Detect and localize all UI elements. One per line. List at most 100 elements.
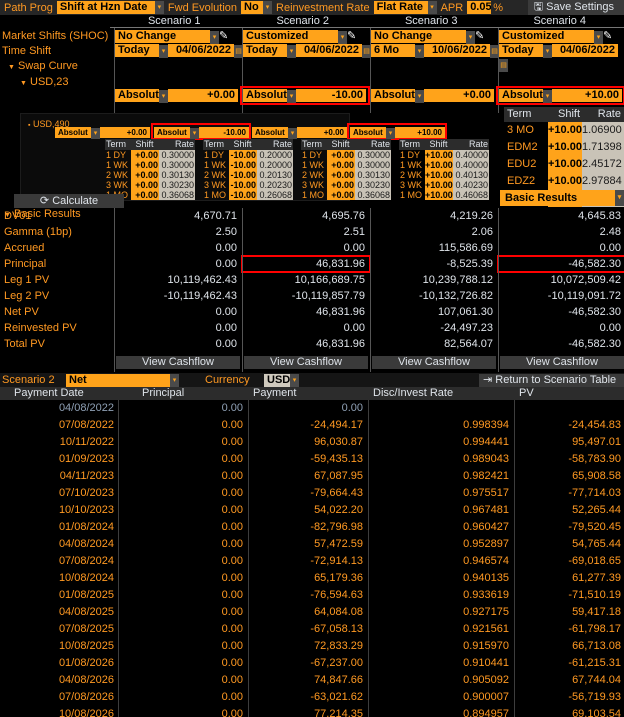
inner-shift-type-1[interactable]: Absolut (55, 127, 91, 138)
shift-cell[interactable]: +0.00 (131, 160, 159, 170)
cashflow-row[interactable]: 07/08/2025 0.00 -67,058.13 0.921561 -61,798.… (0, 621, 624, 638)
cashflow-row[interactable]: 07/08/2026 0.00 -63,021.62 0.900007 -56,719.… (0, 689, 624, 706)
shift-cell[interactable]: +10.00 (425, 170, 453, 180)
cashflow-row[interactable]: 07/10/2023 0.00 -79,664.43 0.975517 -77,714.… (0, 485, 624, 502)
shift-type-3[interactable]: Absolut (371, 89, 415, 102)
time-shift-mode-3[interactable]: 6 Mo (371, 44, 415, 57)
shift-cell[interactable]: +0.00 (131, 180, 159, 190)
market-shifts-chevron-down-icon-1[interactable]: ▾ (210, 31, 219, 44)
shift-cell[interactable]: -10.00 (229, 150, 257, 160)
time-shift-chevron-down-icon-2[interactable]: ▾ (287, 45, 296, 58)
inner-shift-type-4[interactable]: Absolut (350, 127, 386, 138)
shift-cell[interactable]: +0.00 (131, 170, 159, 180)
shift-cell[interactable]: +10.00 (425, 190, 453, 200)
inner-shift-chevron-down-icon-3[interactable]: ▾ (288, 128, 297, 139)
cashflow-leg-chevron-down-icon[interactable]: ▾ (170, 374, 179, 387)
inner-shift-chevron-down-icon-2[interactable]: ▾ (190, 128, 199, 139)
cashflow-row[interactable]: 04/08/2025 0.00 64,084.08 0.927175 59,417.18 (0, 604, 624, 621)
time-shift-chevron-down-icon-3[interactable]: ▾ (415, 45, 424, 58)
shift-amount-4[interactable]: +10.00 (552, 89, 622, 102)
time-shift-date-4[interactable]: 04/06/2022 (552, 44, 618, 57)
inner-shift-chevron-down-icon-4[interactable]: ▾ (386, 128, 395, 139)
return-to-scenario-table-button[interactable]: ⇥ Return to Scenario Table (479, 374, 624, 387)
cashflow-row[interactable]: 10/10/2023 0.00 54,022.20 0.967481 52,265.44 (0, 502, 624, 519)
shift-type-chevron-down-icon-2[interactable]: ▾ (287, 90, 296, 103)
cashflow-row[interactable]: 10/08/2025 0.00 72,833.29 0.915970 66,713.08 (0, 638, 624, 655)
view-cashflow-button-2[interactable]: View Cashflow (244, 356, 368, 369)
shift-cell[interactable]: -10.00 (229, 190, 257, 200)
view-cashflow-button-4[interactable]: View Cashflow (500, 356, 624, 369)
shift-cell[interactable]: +0.00 (131, 190, 159, 200)
time-shift-mode-1[interactable]: Today (115, 44, 159, 57)
market-shifts-value-3[interactable]: No Change (371, 30, 466, 43)
shift-amount-1[interactable]: +0.00 (168, 89, 238, 102)
calculate-button[interactable]: ⟳ Calculate (14, 194, 124, 208)
path-prog-chevron-down-icon[interactable]: ▾ (154, 1, 164, 14)
cashflow-row[interactable]: 07/08/2022 0.00 -24,494.17 0.998394 -24,454.… (0, 417, 624, 434)
shift-cell[interactable]: +10.00 (425, 150, 453, 160)
shift-cell[interactable]: +0.00 (327, 160, 355, 170)
cashflow-row[interactable]: 10/08/2026 0.00 77,214.35 0.894957 69,103.54 (0, 706, 624, 717)
shift-amount-3[interactable]: +0.00 (424, 89, 494, 102)
shift-type-chevron-down-icon-4[interactable]: ▾ (543, 90, 552, 103)
view-cashflow-button-3[interactable]: View Cashflow (372, 356, 496, 369)
inner-shift-amount-4[interactable]: +10.00 (395, 127, 445, 138)
view-cashflow-button-1[interactable]: View Cashflow (116, 356, 240, 369)
right-shift-cell[interactable]: +10.00 (548, 122, 582, 139)
shift-cell[interactable]: +0.00 (131, 150, 159, 160)
cashflow-row[interactable]: 04/08/2022 0.00 0.00 (0, 400, 624, 417)
inner-shift-type-3[interactable]: Absolut (252, 127, 288, 138)
market-shifts-edit-pencil-icon-3[interactable]: ✎ (475, 30, 484, 42)
shift-type-chevron-down-icon-3[interactable]: ▾ (415, 90, 424, 103)
inner-shift-amount-1[interactable]: +0.00 (100, 127, 150, 138)
shift-cell[interactable]: -10.00 (229, 160, 257, 170)
time-shift-mode-4[interactable]: Today (499, 44, 543, 57)
cashflow-row[interactable]: 10/08/2024 0.00 65,179.36 0.940135 61,277.39 (0, 570, 624, 587)
time-shift-chevron-down-icon-1[interactable]: ▾ (159, 45, 168, 58)
basic-results-chevron-down-icon[interactable]: ▾ (615, 190, 624, 206)
caret-down-icon[interactable]: ▼ (20, 80, 27, 87)
cashflow-row[interactable]: 04/08/2024 0.00 57,472.59 0.952897 54,765.44 (0, 536, 624, 553)
right-shift-cell[interactable]: +10.00 (548, 156, 582, 173)
shift-amount-2[interactable]: -10.00 (296, 89, 366, 102)
cashflow-row[interactable]: 10/11/2022 0.00 96,030.87 0.994441 95,497.01 (0, 434, 624, 451)
market-shifts-chevron-down-icon-4[interactable]: ▾ (594, 31, 603, 44)
time-shift-chevron-down-icon-4[interactable]: ▾ (543, 45, 552, 58)
market-shifts-value-2[interactable]: Customized (243, 30, 338, 43)
currency-chevron-down-icon[interactable]: ▾ (290, 374, 299, 387)
market-shifts-edit-pencil-icon-2[interactable]: ✎ (347, 30, 356, 42)
cashflow-row[interactable]: 07/08/2024 0.00 -72,914.13 0.946574 -69,018.… (0, 553, 624, 570)
inner-shift-chevron-down-icon-1[interactable]: ▾ (91, 128, 100, 139)
shift-cell[interactable]: +0.00 (327, 190, 355, 200)
save-settings-button[interactable]: 🖫 Save Settings (527, 0, 624, 15)
cashflow-leg-selector[interactable]: Net (66, 374, 170, 387)
shift-cell[interactable]: +10.00 (425, 160, 453, 170)
shift-type-1[interactable]: Absolut (115, 89, 159, 102)
tree-item-swap-curve[interactable]: ▼ Swap Curve (8, 60, 78, 72)
path-prog-value[interactable]: Shift at Hzn Date (56, 1, 155, 14)
market-shifts-edit-pencil-icon-1[interactable]: ✎ (219, 30, 228, 42)
cashflow-row[interactable]: 01/08/2024 0.00 -82,796.98 0.960427 -79,520.… (0, 519, 624, 536)
cashflow-row[interactable]: 01/08/2025 0.00 -76,594.63 0.933619 -71,510.… (0, 587, 624, 604)
shift-cell[interactable]: -10.00 (229, 180, 257, 190)
fwd-evolution-value[interactable]: No (241, 1, 264, 14)
apr-input[interactable]: 0.05 (467, 1, 492, 14)
shift-type-chevron-down-icon-1[interactable]: ▾ (159, 90, 168, 103)
inner-shift-amount-2[interactable]: -10.00 (199, 127, 249, 138)
shift-type-2[interactable]: Absolut (243, 89, 287, 102)
inner-shift-amount-3[interactable]: +0.00 (297, 127, 347, 138)
currency-value[interactable]: USD (264, 374, 290, 387)
right-shift-cell[interactable]: +10.00 (548, 139, 582, 156)
reinvestment-rate-chevron-down-icon[interactable]: ▾ (427, 1, 437, 14)
reinvestment-rate-value[interactable]: Flat Rate (373, 1, 428, 14)
shift-cell[interactable]: +0.00 (327, 170, 355, 180)
fwd-evolution-chevron-down-icon[interactable]: ▾ (263, 1, 273, 14)
cashflow-row[interactable]: 04/08/2026 0.00 74,847.66 0.905092 67,744.04 (0, 672, 624, 689)
shift-type-4[interactable]: Absolut (499, 89, 543, 102)
shift-cell[interactable]: +10.00 (425, 180, 453, 190)
shift-cell[interactable]: +0.00 (327, 180, 355, 190)
time-shift-mode-2[interactable]: Today (243, 44, 287, 57)
cashflow-row[interactable]: 01/08/2026 0.00 -67,237.00 0.910441 -61,215.… (0, 655, 624, 672)
time-shift-date-1[interactable]: 04/06/2022 (168, 44, 234, 57)
market-shifts-value-4[interactable]: Customized (499, 30, 594, 43)
